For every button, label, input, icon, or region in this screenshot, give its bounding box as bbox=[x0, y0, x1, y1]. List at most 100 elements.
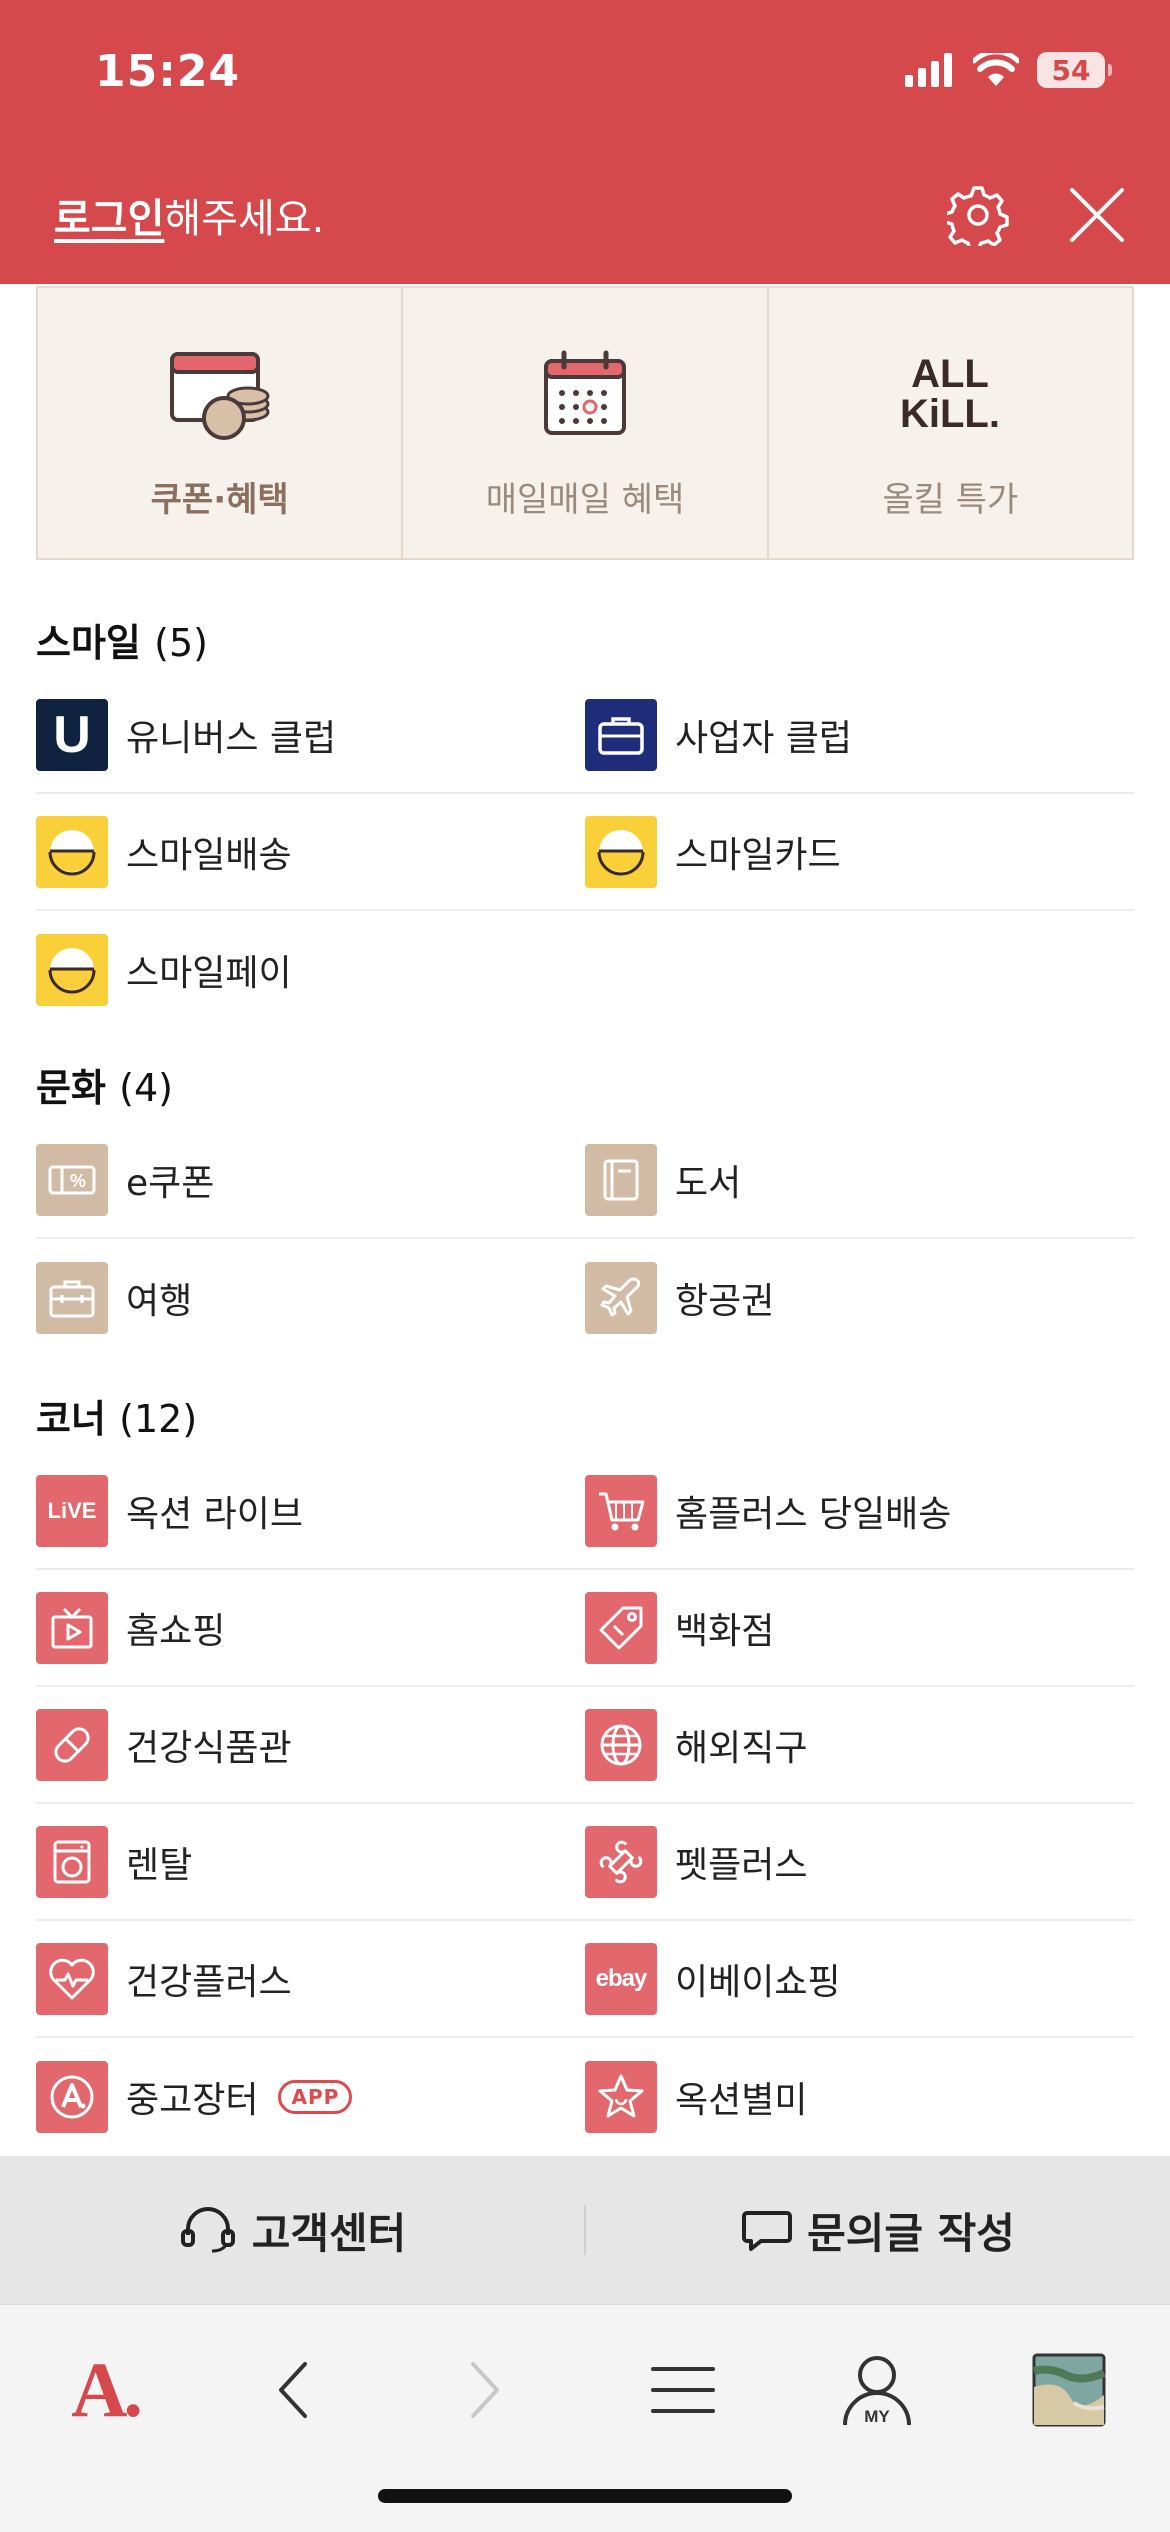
menu-item-label: 항공권 bbox=[675, 1280, 775, 1322]
home-indicator[interactable] bbox=[378, 2489, 792, 2503]
menu-item-label: e쿠폰 bbox=[126, 1162, 215, 1204]
write-inquiry-button[interactable]: 문의글 작성 bbox=[586, 2200, 1170, 2261]
gear-icon bbox=[947, 186, 1009, 246]
coupon-wallet-icon bbox=[168, 346, 272, 442]
menu-item-auction-delicacy[interactable]: 옥션별미 bbox=[585, 2038, 1134, 2155]
menu-item-auction-live[interactable]: LiVE 옥션 라이브 bbox=[36, 1453, 585, 1568]
menu-item-homeplus-sameday[interactable]: 홈플러스 당일배송 bbox=[585, 1453, 1134, 1568]
section-count: (5) bbox=[154, 621, 208, 665]
pill-icon bbox=[36, 1708, 108, 1781]
menu-row: 여행 항공권 bbox=[36, 1239, 1134, 1356]
menu-row: 건강식품관 해외직구 bbox=[36, 1687, 1134, 1804]
smile-icon bbox=[36, 815, 108, 888]
menu-item-ecoupon[interactable]: % e쿠폰 bbox=[36, 1122, 585, 1237]
menu-item-business-club[interactable]: 사업자 클럽 bbox=[585, 677, 1134, 792]
chevron-right-icon bbox=[471, 2362, 499, 2418]
culture-menu-grid: % e쿠폰 도서 여행 항공권 bbox=[36, 1122, 1134, 1356]
menu-item-travel[interactable]: 여행 bbox=[36, 1239, 585, 1356]
quick-label: 올킬 특가 bbox=[882, 480, 1019, 520]
menu-item-home-shopping[interactable]: 홈쇼핑 bbox=[36, 1570, 585, 1685]
menu-item-department-store[interactable]: 백화점 bbox=[585, 1570, 1134, 1685]
speech-bubble-icon bbox=[742, 2211, 793, 2251]
smile-icon bbox=[585, 815, 657, 888]
close-button[interactable] bbox=[1062, 180, 1132, 250]
menu-item-book[interactable]: 도서 bbox=[585, 1122, 1134, 1237]
login-suffix: 해주세요. bbox=[164, 196, 325, 242]
menu-item-label: 유니버스 클럽 bbox=[126, 717, 337, 759]
menu-row: % e쿠폰 도서 bbox=[36, 1122, 1134, 1239]
menu-item-label: 옥션 라이브 bbox=[126, 1493, 304, 1535]
section-title-text: 문화 bbox=[36, 1066, 106, 1110]
cellular-signal-icon bbox=[905, 53, 952, 87]
smile-icon bbox=[36, 933, 108, 1006]
quick-label: 매일매일 혜택 bbox=[485, 480, 685, 520]
tag-icon bbox=[585, 1591, 657, 1664]
menu-row: LiVE 옥션 라이브 홈플러스 당일배송 bbox=[36, 1453, 1134, 1570]
globe-icon bbox=[585, 1708, 657, 1781]
menu-item-label: 도서 bbox=[675, 1162, 742, 1204]
login-prompt: 로그인해주세요. bbox=[54, 186, 324, 244]
menu-item-smile-card[interactable]: 스마일카드 bbox=[585, 794, 1134, 909]
chevron-left-icon bbox=[279, 2362, 307, 2418]
settings-button[interactable] bbox=[943, 180, 1013, 250]
app-header: 15:24 54 로그인해주세요. bbox=[0, 0, 1170, 284]
write-inquiry-label: 문의글 작성 bbox=[807, 2208, 1015, 2258]
auction-logo-icon: A. bbox=[71, 2346, 143, 2433]
menu-item-smile-delivery[interactable]: 스마일배송 bbox=[36, 794, 585, 909]
calendar-icon bbox=[540, 346, 630, 442]
menu-item-smile-pay[interactable]: 스마일페이 bbox=[36, 911, 585, 1028]
menu-item-label: 홈쇼핑 bbox=[126, 1610, 226, 1652]
section-title-text: 코너 bbox=[36, 1397, 106, 1441]
customer-center-button[interactable]: 고객센터 bbox=[0, 2200, 584, 2261]
menu-item-health-plus[interactable]: 건강플러스 bbox=[36, 1921, 585, 2036]
menu-row: 렌탈 펫플러스 bbox=[36, 1804, 1134, 1921]
menu-item-label: 옥션별미 bbox=[675, 2079, 808, 2121]
status-time: 15:24 bbox=[95, 46, 241, 97]
bone-icon bbox=[585, 1825, 657, 1898]
customer-center-label: 고객센터 bbox=[251, 2208, 407, 2258]
menu-item-health-food[interactable]: 건강식품관 bbox=[36, 1687, 585, 1802]
recent-thumbnail-icon bbox=[1032, 2353, 1106, 2427]
menu-item-overseas-direct[interactable]: 해외직구 bbox=[585, 1687, 1134, 1802]
star-icon bbox=[585, 2060, 657, 2133]
back-button[interactable] bbox=[238, 2335, 348, 2445]
ebay-icon: ebay bbox=[585, 1942, 657, 2015]
menu-item-airline-ticket[interactable]: 항공권 bbox=[585, 1239, 1134, 1356]
menu-item-universe-club[interactable]: U 유니버스 클럽 bbox=[36, 677, 585, 792]
menu-item-rental[interactable]: 렌탈 bbox=[36, 1804, 585, 1919]
tv-icon bbox=[36, 1591, 108, 1664]
quick-daily-benefit[interactable]: 매일매일 혜택 bbox=[403, 288, 769, 558]
user-my-icon: MY bbox=[843, 2356, 911, 2426]
menu-item-label: 건강플러스 bbox=[126, 1961, 292, 2003]
menu-row: 중고장터 APP 옥션별미 bbox=[36, 2038, 1134, 2155]
corner-menu-grid: LiVE 옥션 라이브 홈플러스 당일배송 홈쇼핑 백화점 건강식품관 해외직구… bbox=[36, 1453, 1134, 2155]
menu-item-pet-plus[interactable]: 펫플러스 bbox=[585, 1804, 1134, 1919]
section-title-culture: 문화 (4) bbox=[36, 1057, 173, 1112]
wifi-icon bbox=[973, 53, 1019, 86]
airplane-icon bbox=[585, 1261, 657, 1334]
menu-item-used-market[interactable]: 중고장터 APP bbox=[36, 2038, 585, 2155]
forward-button[interactable] bbox=[430, 2335, 540, 2445]
battery-level: 54 bbox=[1037, 52, 1105, 88]
quick-allkill[interactable]: ALL KiLL. 올킬 특가 bbox=[769, 288, 1132, 558]
menu-item-label: 홈플러스 당일배송 bbox=[675, 1493, 952, 1535]
menu-item-ebay-shopping[interactable]: ebay 이베이쇼핑 bbox=[585, 1921, 1134, 2036]
washer-icon bbox=[36, 1825, 108, 1898]
status-indicators: 54 bbox=[905, 52, 1112, 88]
menu-button[interactable] bbox=[628, 2335, 738, 2445]
section-title-smile: 스마일 (5) bbox=[36, 612, 208, 667]
menu-item-label: 건강식품관 bbox=[126, 1727, 292, 1769]
allkill-logo-line1: ALL bbox=[911, 352, 989, 396]
headset-icon bbox=[180, 2207, 235, 2253]
quick-coupon-benefit[interactable]: 쿠폰·혜택 bbox=[38, 288, 404, 558]
suitcase-icon bbox=[36, 1261, 108, 1334]
live-icon: LiVE bbox=[36, 1474, 108, 1547]
menu-item-label: 스마일페이 bbox=[126, 952, 292, 994]
home-button[interactable]: A. bbox=[50, 2335, 160, 2445]
my-page-button[interactable]: MY bbox=[822, 2335, 932, 2445]
menu-item-label: 여행 bbox=[126, 1280, 193, 1322]
section-title-corner: 코너 (12) bbox=[36, 1388, 197, 1443]
login-link[interactable]: 로그인 bbox=[54, 196, 164, 242]
menu-row: 스마일배송 스마일카드 bbox=[36, 794, 1134, 911]
recent-view-button[interactable] bbox=[1014, 2335, 1124, 2445]
